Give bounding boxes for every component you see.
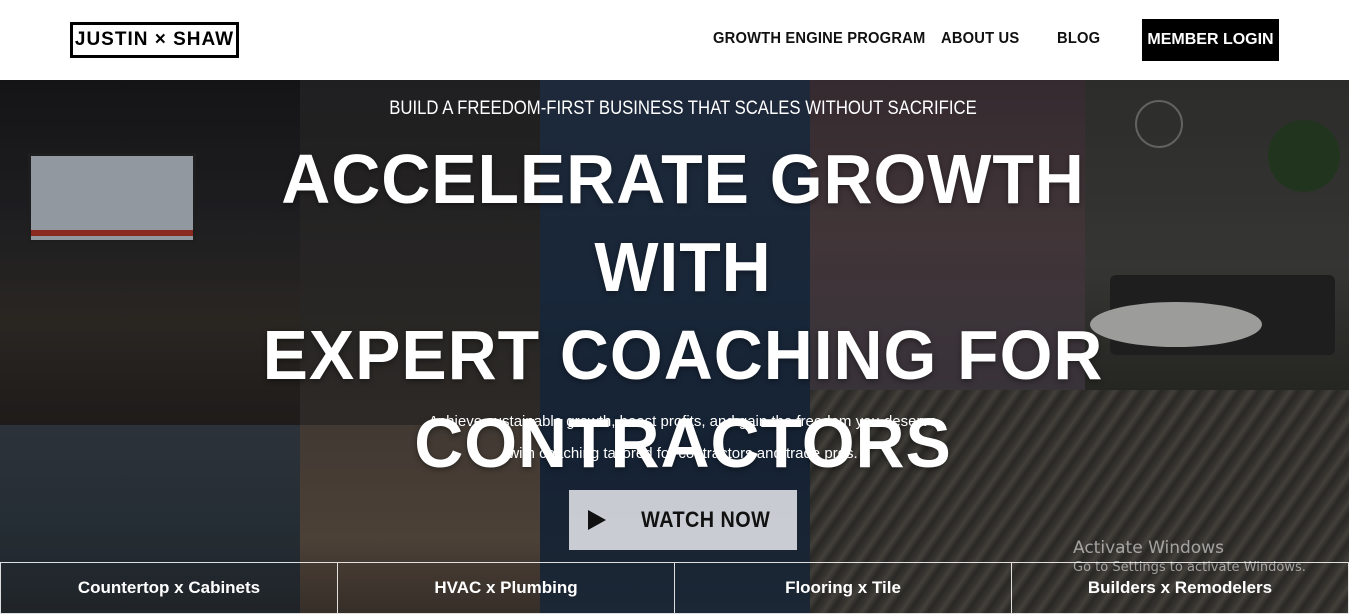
member-login-button[interactable]: MEMBER LOGIN: [1142, 19, 1279, 61]
hero-headline-line-2: EXPERT COACHING FOR: [262, 316, 1104, 394]
hero-eyebrow: BUILD A FREEDOM-FIRST BUSINESS THAT SCAL…: [389, 98, 977, 119]
tab-hvac-plumbing[interactable]: HVAC x Plumbing: [337, 562, 674, 614]
site-header: JUSTIN × SHAW GROWTH ENGINE PROGRAM ABOU…: [0, 0, 1349, 80]
play-icon: [588, 510, 607, 530]
nav-blog[interactable]: BLOG: [1057, 30, 1100, 48]
nav-growth-engine-program[interactable]: GROWTH ENGINE PROGRAM: [713, 30, 925, 48]
watermark-line-2: Go to Settings to activate Windows.: [1073, 560, 1306, 575]
tab-countertop-cabinets[interactable]: Countertop x Cabinets: [0, 562, 337, 614]
hero-headline-line-1: ACCELERATE GROWTH WITH: [281, 140, 1085, 306]
watermark-line-1: Activate Windows: [1073, 538, 1224, 558]
tab-flooring-tile[interactable]: Flooring x Tile: [674, 562, 1011, 614]
nav-about-us[interactable]: ABOUT US: [941, 30, 1019, 48]
hero-subtext-line-1: Achieve sustainable growth, boost profit…: [428, 413, 938, 430]
brand-logo[interactable]: JUSTIN × SHAW: [70, 22, 239, 58]
hero-subtext-line-2: with coaching tailored for contractors a…: [508, 445, 858, 462]
watch-now-button[interactable]: WATCH NOW: [569, 490, 797, 550]
watch-now-label: WATCH NOW: [641, 507, 771, 532]
hero-section: BUILD A FREEDOM-FIRST BUSINESS THAT SCAL…: [0, 80, 1349, 614]
hero-headline: ACCELERATE GROWTH WITH EXPERT COACHING F…: [195, 135, 1171, 487]
windows-activation-watermark: Activate Windows Go to Settings to activ…: [1073, 538, 1306, 575]
